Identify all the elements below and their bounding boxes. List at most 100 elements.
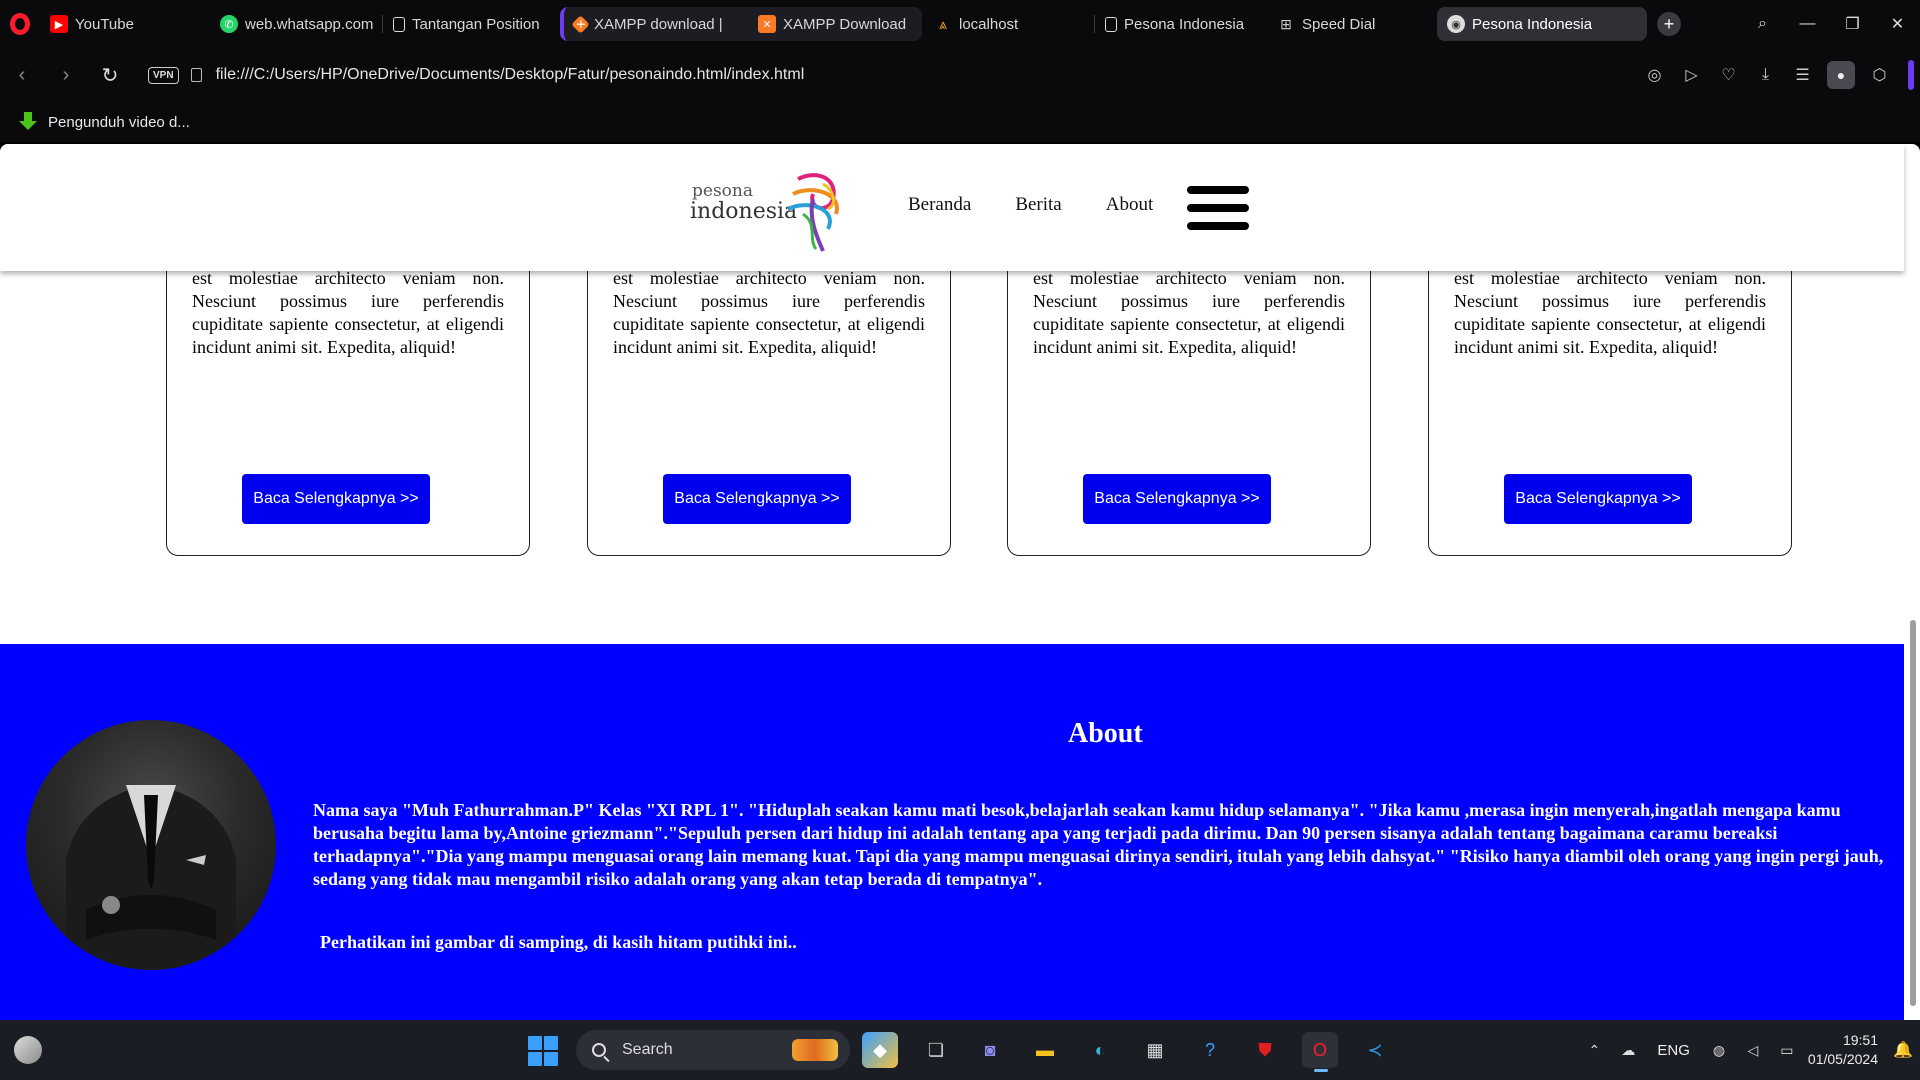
tab-label: Tantangan Position	[412, 15, 540, 33]
extensions-icon[interactable]: ⬡	[1861, 48, 1898, 102]
reload-icon[interactable]: ↻	[88, 53, 132, 97]
hamburger-menu-icon[interactable]	[1187, 186, 1249, 230]
tab-whatsapp[interactable]: ✆ web.whatsapp.com	[210, 7, 382, 41]
pesona-indonesia-logo[interactable]: pesona indonesia	[690, 169, 845, 254]
bookmarks-bar: Pengunduh video d...	[0, 102, 1920, 142]
teams-meet-icon[interactable]: ◙	[972, 1032, 1008, 1068]
windows-logo-tile	[544, 1052, 558, 1066]
about-section: About Nama saya "Muh Fathurrahman.P" Kel…	[0, 644, 1904, 1020]
site-header: pesona indonesia Beranda Berita About	[0, 144, 1904, 271]
store-icon[interactable]: ▦	[1137, 1032, 1173, 1068]
opera-icon[interactable]: O	[1302, 1032, 1338, 1072]
tab-xampp-download-2[interactable]: ✕ XAMPP Download	[748, 7, 922, 41]
vscode-icon[interactable]: ≺	[1357, 1032, 1393, 1068]
weather-icon[interactable]	[14, 1036, 42, 1064]
page-scrollbar[interactable]	[1910, 620, 1916, 1006]
battery-icon[interactable]: ▭	[1770, 1020, 1804, 1080]
file-explorer-icon[interactable]: ▬	[1027, 1032, 1063, 1068]
download-arrow-icon	[18, 112, 38, 132]
sidebar-accent	[1908, 60, 1914, 90]
address-actions: ◎ ▷ ♡ ⤓ ☰ ● ⬡	[1636, 48, 1920, 102]
read-more-button[interactable]: Baca Selengkapnya >>	[242, 474, 430, 524]
nav-berita[interactable]: Berita	[1015, 194, 1061, 216]
tab-tantangan[interactable]: Tantangan Position	[383, 7, 556, 41]
tab-pesona-indonesia-1[interactable]: Pesona Indonesia	[1095, 7, 1267, 41]
tab-bar: ▶ YouTube ✆ web.whatsapp.com Tantangan P…	[0, 0, 1920, 48]
bookmark-video-downloader[interactable]: Pengunduh video d...	[48, 114, 190, 131]
localhost-icon: ⩓	[939, 15, 947, 32]
clock[interactable]: 19:51 01/05/2024	[1804, 1031, 1886, 1069]
main-nav: Beranda Berita About	[908, 194, 1197, 216]
edge-icon[interactable]: ◐	[1082, 1032, 1118, 1068]
document-icon	[393, 16, 405, 32]
forward-icon[interactable]: ›	[44, 53, 88, 97]
new-tab-button[interactable]: +	[1657, 12, 1681, 36]
windows-taskbar: Search ◆ ❏ ◙ ▬ ◐ ▦ ? ⛊ O ≺ ⌃ ☁ ENG ◍ ◁ ▭…	[0, 1020, 1920, 1080]
system-tray: ⌃ ☁ ENG ◍ ◁ ▭ 19:51 01/05/2024 🔔	[1577, 1020, 1920, 1080]
restore-icon[interactable]: ❐	[1830, 0, 1875, 48]
taskbar-search-label: Search	[622, 1041, 673, 1058]
copilot-icon[interactable]: ◆	[862, 1032, 898, 1068]
start-button[interactable]	[528, 1036, 558, 1066]
vpn-badge[interactable]: VPN	[148, 66, 179, 84]
page-viewport: Lorem ipsum dolor sit amet consectetur a…	[0, 144, 1920, 1020]
tab-label: XAMPP Download	[783, 15, 907, 33]
search-icon	[592, 1043, 606, 1057]
about-note: Perhatikan ini gambar di samping, di kas…	[320, 932, 797, 952]
volume-icon[interactable]: ◁	[1736, 1020, 1770, 1080]
clock-date: 01/05/2024	[1807, 1051, 1878, 1067]
youtube-icon: ▶	[50, 15, 68, 33]
read-more-button[interactable]: Baca Selengkapnya >>	[1504, 474, 1692, 524]
send-icon[interactable]: ▷	[1673, 48, 1710, 102]
speed-dial-icon: ⊞	[1280, 15, 1292, 32]
tab-label: localhost	[959, 15, 1019, 33]
opera-menu-icon[interactable]	[0, 0, 40, 48]
tab-label: YouTube	[75, 15, 134, 33]
windows-logo-tile	[544, 1036, 558, 1050]
about-text: Nama saya "Muh Fathurrahman.P" Kelas "XI…	[313, 800, 1884, 889]
clock-time: 19:51	[1842, 1032, 1878, 1048]
nav-beranda[interactable]: Beranda	[908, 194, 971, 216]
page-info-icon[interactable]	[190, 68, 202, 82]
tab-localhost[interactable]: ⩓ localhost	[924, 7, 1094, 41]
chevron-up-icon[interactable]: ⌃	[1577, 1020, 1611, 1080]
tab-label: XAMPP download |	[594, 15, 723, 33]
search-highlight-icon	[792, 1039, 838, 1061]
search-tabs-icon[interactable]: ⌕	[1740, 0, 1785, 48]
nav-about[interactable]: About	[1106, 194, 1154, 216]
read-more-button[interactable]: Baca Selengkapnya >>	[663, 474, 851, 524]
tab-speed-dial[interactable]: ⊞ Speed Dial	[1267, 7, 1437, 41]
download-icon[interactable]: ⤓	[1747, 48, 1784, 102]
heart-icon[interactable]: ♡	[1710, 48, 1747, 102]
hamburger-bar	[1187, 186, 1249, 194]
window-controls: ⌕ — ❐ ✕	[1740, 0, 1920, 48]
language-indicator[interactable]: ENG	[1645, 1042, 1702, 1059]
snapshot-icon[interactable]: ◎	[1636, 48, 1673, 102]
onedrive-icon[interactable]: ☁	[1611, 1020, 1645, 1080]
notification-bell-icon[interactable]: 🔔	[1886, 1020, 1920, 1080]
tab-youtube[interactable]: ▶ YouTube	[40, 7, 210, 41]
taskbar-search[interactable]: Search	[576, 1030, 850, 1070]
network-icon[interactable]: ◍	[1702, 1020, 1736, 1080]
easy-setup-icon[interactable]: ☰	[1784, 48, 1821, 102]
active-app-indicator	[1314, 1069, 1328, 1072]
tab-xampp-download-1[interactable]: ✕ XAMPP download |	[560, 7, 748, 41]
document-icon	[1105, 16, 1117, 32]
back-icon[interactable]: ‹	[0, 53, 44, 97]
tab-pesona-indonesia-active[interactable]: ◉ Pesona Indonesia	[1437, 7, 1647, 41]
help-icon[interactable]: ?	[1192, 1032, 1228, 1068]
minimize-icon[interactable]: —	[1785, 0, 1830, 48]
url-field[interactable]: file:///C:/Users/HP/OneDrive/Documents/D…	[216, 66, 805, 84]
read-more-button[interactable]: Baca Selengkapnya >>	[1083, 474, 1271, 524]
windows-logo-tile	[528, 1036, 542, 1050]
about-title: About	[1068, 718, 1143, 749]
profile-icon[interactable]: ●	[1827, 61, 1855, 89]
task-view-icon[interactable]: ❏	[918, 1032, 954, 1068]
suit-figure-icon	[66, 785, 236, 970]
close-icon[interactable]: ✕	[1875, 0, 1920, 48]
whatsapp-icon: ✆	[220, 15, 238, 33]
xampp-icon: ✕	[571, 14, 590, 34]
windows-logo-tile	[528, 1052, 542, 1066]
globe-icon: ◉	[1447, 15, 1465, 33]
mcafee-icon[interactable]: ⛊	[1247, 1032, 1283, 1068]
